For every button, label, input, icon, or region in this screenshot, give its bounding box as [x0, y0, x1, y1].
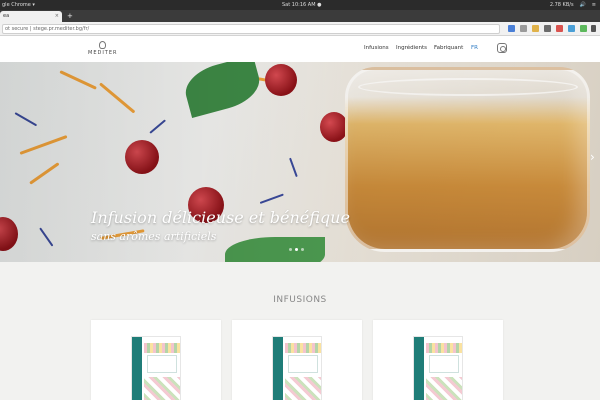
system-tray: 2.78 KB/s 🔊 ≡: [550, 0, 596, 10]
package-floral: [285, 377, 321, 400]
package-floral: [426, 377, 462, 400]
browser-toolbar: ot secure | stege.pr.mediter.bg/fr/: [0, 22, 600, 36]
tab-title: ea: [3, 13, 10, 19]
logo-mark-icon: [98, 41, 106, 49]
active-app-menu[interactable]: gle Chrome ▾: [2, 0, 35, 10]
hero-title: Infusion délicieuse et bénéfique: [91, 208, 350, 227]
instagram-icon[interactable]: [497, 43, 507, 53]
product-package-image: [413, 336, 463, 400]
package-label: [288, 355, 318, 373]
package-band: [132, 337, 142, 400]
product-package-image: [131, 336, 181, 400]
close-tab-icon[interactable]: ×: [55, 11, 59, 22]
extension-icon[interactable]: [544, 25, 551, 32]
slider-dots: [289, 248, 304, 251]
product-package-image: [272, 336, 322, 400]
nav-infusions[interactable]: Infusions: [364, 45, 389, 51]
slider-dot-active[interactable]: [295, 248, 298, 251]
site-header: MEDITER Infusions Ingrédients Fabriquant…: [0, 36, 600, 62]
nav-ingredients[interactable]: Ingrédients: [396, 45, 427, 51]
product-card[interactable]: [232, 320, 362, 400]
package-label: [429, 355, 459, 373]
extension-icon[interactable]: [508, 25, 515, 32]
menu-icon[interactable]: ≡: [592, 0, 596, 10]
logo-text: MEDITER: [88, 50, 118, 56]
package-label: [147, 355, 177, 373]
extension-icon[interactable]: [520, 25, 527, 32]
clock[interactable]: Sat 10:16 AM ●: [282, 0, 321, 10]
new-tab-button[interactable]: +: [67, 11, 73, 21]
hero-overlay: [0, 62, 600, 262]
browser-tab-strip: ea × +: [0, 10, 600, 22]
nav-language-fr[interactable]: FR: [471, 45, 478, 51]
screen: gle Chrome ▾ Sat 10:16 AM ● 2.78 KB/s 🔊 …: [0, 0, 600, 400]
extension-icon[interactable]: [568, 25, 575, 32]
product-card[interactable]: [373, 320, 503, 400]
package-band: [414, 337, 424, 400]
package-floral: [285, 343, 321, 353]
browser-tab[interactable]: ea ×: [0, 11, 62, 22]
nav-fabriquant[interactable]: Fabriquant: [434, 45, 463, 51]
infusions-heading: INFUSIONS: [273, 295, 327, 305]
slider-next-arrow[interactable]: ›: [590, 150, 595, 164]
extension-icon[interactable]: [532, 25, 539, 32]
volume-icon[interactable]: 🔊: [580, 0, 586, 10]
os-top-panel: gle Chrome ▾ Sat 10:16 AM ● 2.78 KB/s 🔊 …: [0, 0, 600, 10]
slider-dot[interactable]: [289, 248, 292, 251]
hero-slider: Infusion délicieuse et bénéfique sans ar…: [0, 62, 600, 262]
extension-icon[interactable]: [556, 25, 563, 32]
package-band: [273, 337, 283, 400]
package-floral: [144, 343, 180, 353]
extension-icon[interactable]: [580, 25, 587, 32]
slider-dot[interactable]: [301, 248, 304, 251]
package-floral: [426, 343, 462, 353]
browser-menu-icon[interactable]: [591, 25, 596, 32]
hero-subtitle: sans arômes artificiels: [91, 230, 217, 243]
site-logo[interactable]: MEDITER: [88, 41, 118, 56]
product-card[interactable]: [91, 320, 221, 400]
package-floral: [144, 377, 180, 400]
network-speed: 2.78 KB/s: [549, 2, 574, 8]
address-bar[interactable]: ot secure | stege.pr.mediter.bg/fr/: [2, 24, 500, 34]
